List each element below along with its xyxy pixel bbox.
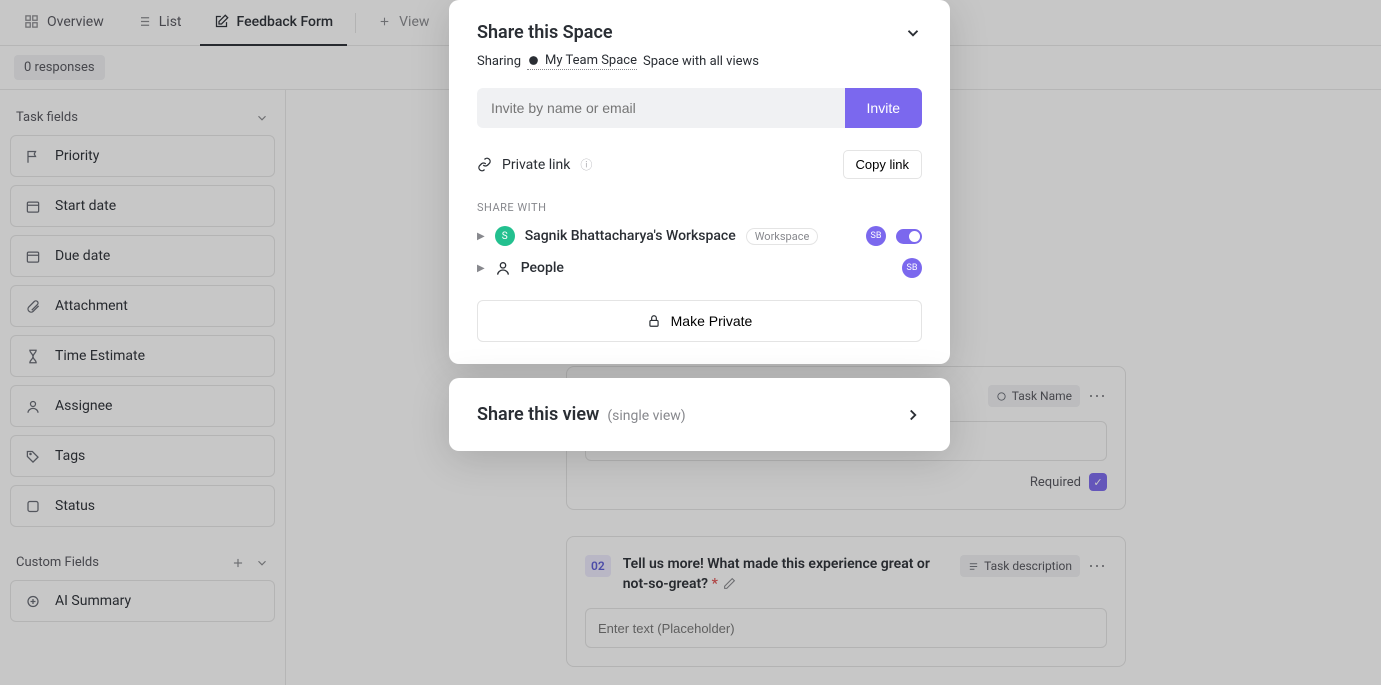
share-row-people[interactable]: ▶ People SB [477, 258, 922, 278]
space-name: My Team Space [545, 53, 637, 68]
link-icon [477, 157, 492, 172]
share-space-modal: Share this Space Sharing My Team Space S… [449, 0, 950, 364]
space-icon [527, 54, 540, 67]
share-view-modal[interactable]: Share this view (single view) [449, 378, 950, 451]
modal2-title: Share this view [477, 404, 599, 425]
private-link-label: Private link [502, 157, 570, 173]
space-link[interactable]: My Team Space [527, 53, 637, 70]
workspace-avatar: S [495, 226, 515, 246]
user-avatar: SB [902, 258, 922, 278]
make-private-label: Make Private [671, 313, 753, 329]
person-icon [495, 260, 511, 276]
sharing-label: Sharing [477, 54, 521, 69]
chevron-right-icon[interactable] [904, 406, 922, 424]
copy-link-button[interactable]: Copy link [843, 150, 922, 179]
share-toggle[interactable] [896, 229, 922, 244]
caret-right-icon: ▶ [477, 231, 485, 242]
modal2-sub: (single view) [607, 408, 685, 424]
user-avatar: SB [866, 226, 886, 246]
invite-button[interactable]: Invite [845, 88, 922, 128]
invite-input[interactable] [477, 88, 845, 128]
caret-right-icon: ▶ [477, 263, 485, 274]
workspace-badge: Workspace [746, 228, 819, 245]
people-label: People [521, 260, 564, 276]
make-private-button[interactable]: Make Private [477, 300, 922, 342]
workspace-name: Sagnik Bhattacharya's Workspace [525, 228, 736, 244]
chevron-down-icon[interactable] [904, 24, 922, 42]
share-row-workspace[interactable]: ▶ S Sagnik Bhattacharya's Workspace Work… [477, 226, 922, 246]
modal-title: Share this Space [477, 22, 613, 43]
lock-icon [647, 314, 661, 328]
info-icon[interactable]: ⓘ [580, 156, 592, 173]
sharing-trail: Space with all views [643, 54, 759, 69]
share-with-label: SHARE WITH [477, 201, 922, 214]
